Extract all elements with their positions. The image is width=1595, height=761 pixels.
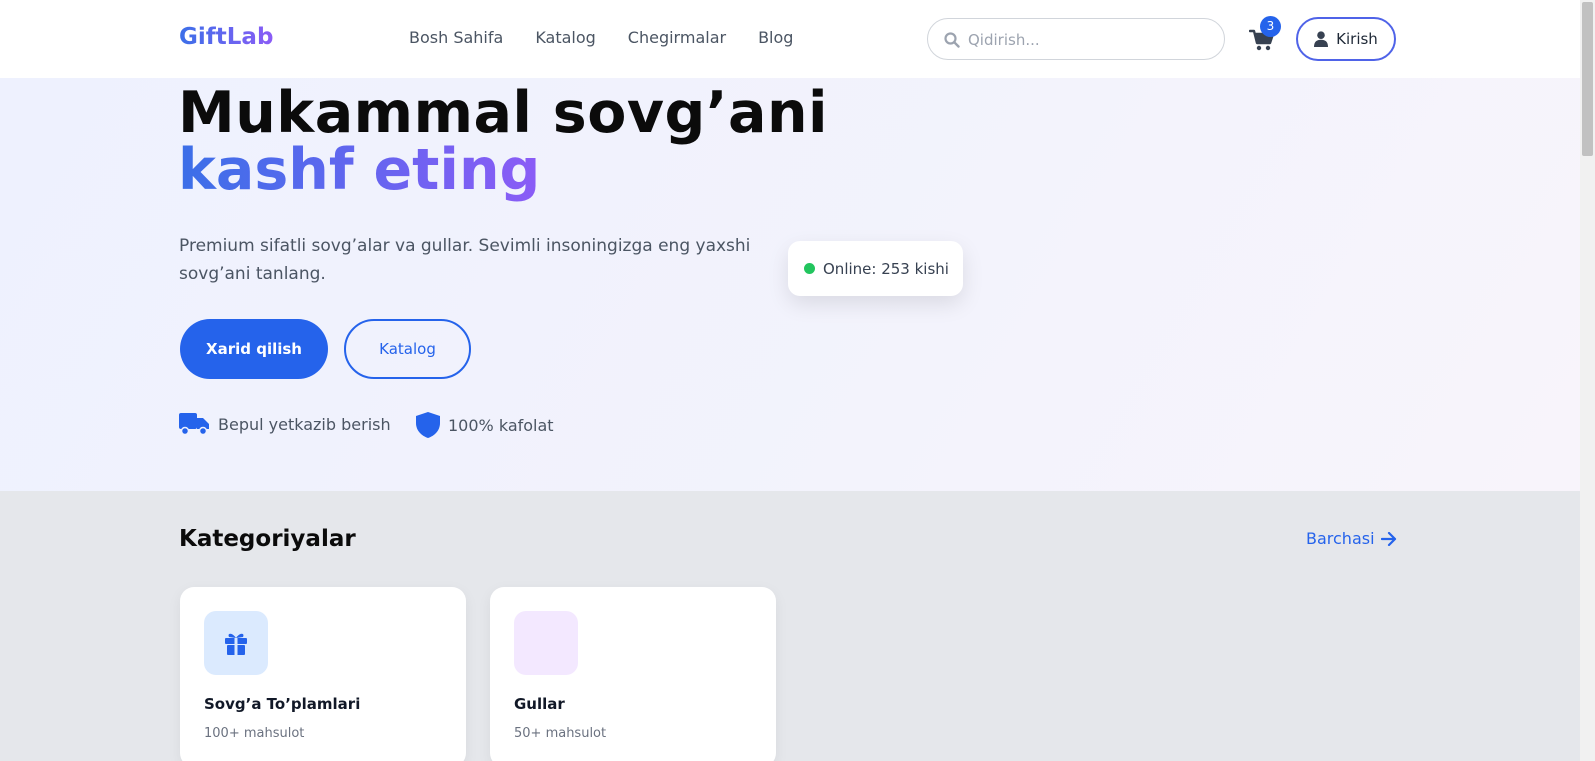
feature-free-delivery: Bepul yetkazib berish xyxy=(179,412,391,436)
nav-item-home[interactable]: Bosh Sahifa xyxy=(409,28,503,47)
hero-description: Premium sifatli sovg’alar va gullar. Sev… xyxy=(179,236,751,284)
category-title: Sovg’a To’plamlari xyxy=(204,695,361,713)
shield-icon xyxy=(416,412,440,438)
main-nav: Bosh Sahifa Katalog Chegirmalar Blog xyxy=(409,28,793,47)
site-header: GiftLab Bosh Sahifa Katalog Chegirmalar … xyxy=(0,0,1580,78)
category-count: 100+ mahsulot xyxy=(204,726,305,741)
online-dot-icon xyxy=(804,263,815,274)
online-badge: Online: 253 kishi xyxy=(788,241,963,296)
cart-count-badge: 3 xyxy=(1260,16,1281,37)
search-box xyxy=(927,18,1225,60)
catalog-button[interactable]: Katalog xyxy=(344,319,471,379)
category-card-flowers[interactable]: Gullar 50+ mahsulot xyxy=(490,587,776,761)
logo[interactable]: GiftLab xyxy=(179,24,273,50)
truck-icon xyxy=(179,413,209,436)
nav-item-catalog[interactable]: Katalog xyxy=(535,28,595,47)
login-button[interactable]: Kirish xyxy=(1296,17,1396,61)
hero-title-line2: kashf eting xyxy=(178,137,541,203)
search-input[interactable] xyxy=(968,28,1208,52)
user-icon xyxy=(1314,31,1329,47)
feature-guarantee: 100% kafolat xyxy=(416,412,554,438)
flower-icon xyxy=(514,611,578,675)
nav-item-blog[interactable]: Blog xyxy=(758,28,793,47)
login-label: Kirish xyxy=(1336,30,1378,48)
category-title: Gullar xyxy=(514,695,565,713)
category-icon-box xyxy=(204,611,268,675)
feature-label: 100% kafolat xyxy=(448,415,554,435)
arrow-right-icon xyxy=(1380,531,1396,546)
search-icon xyxy=(944,32,960,48)
feature-label: Bepul yetkazib berish xyxy=(218,414,391,434)
categories-title: Kategoriyalar xyxy=(179,526,356,552)
gift-icon xyxy=(225,633,247,655)
nav-item-discounts[interactable]: Chegirmalar xyxy=(628,28,726,47)
scrollbar[interactable] xyxy=(1580,0,1595,761)
shop-button[interactable]: Xarid qilish xyxy=(180,319,328,379)
category-card-gift-sets[interactable]: Sovg’a To’plamlari 100+ mahsulot xyxy=(180,587,466,761)
see-all-label: Barchasi xyxy=(1306,529,1375,548)
see-all-link[interactable]: Barchasi xyxy=(1306,529,1397,548)
category-count: 50+ mahsulot xyxy=(514,726,607,741)
online-text: Online: 253 kishi xyxy=(823,259,949,278)
hero-title-line1: Mukammal sovg’ani xyxy=(178,80,829,146)
scrollbar-thumb[interactable] xyxy=(1582,2,1593,156)
